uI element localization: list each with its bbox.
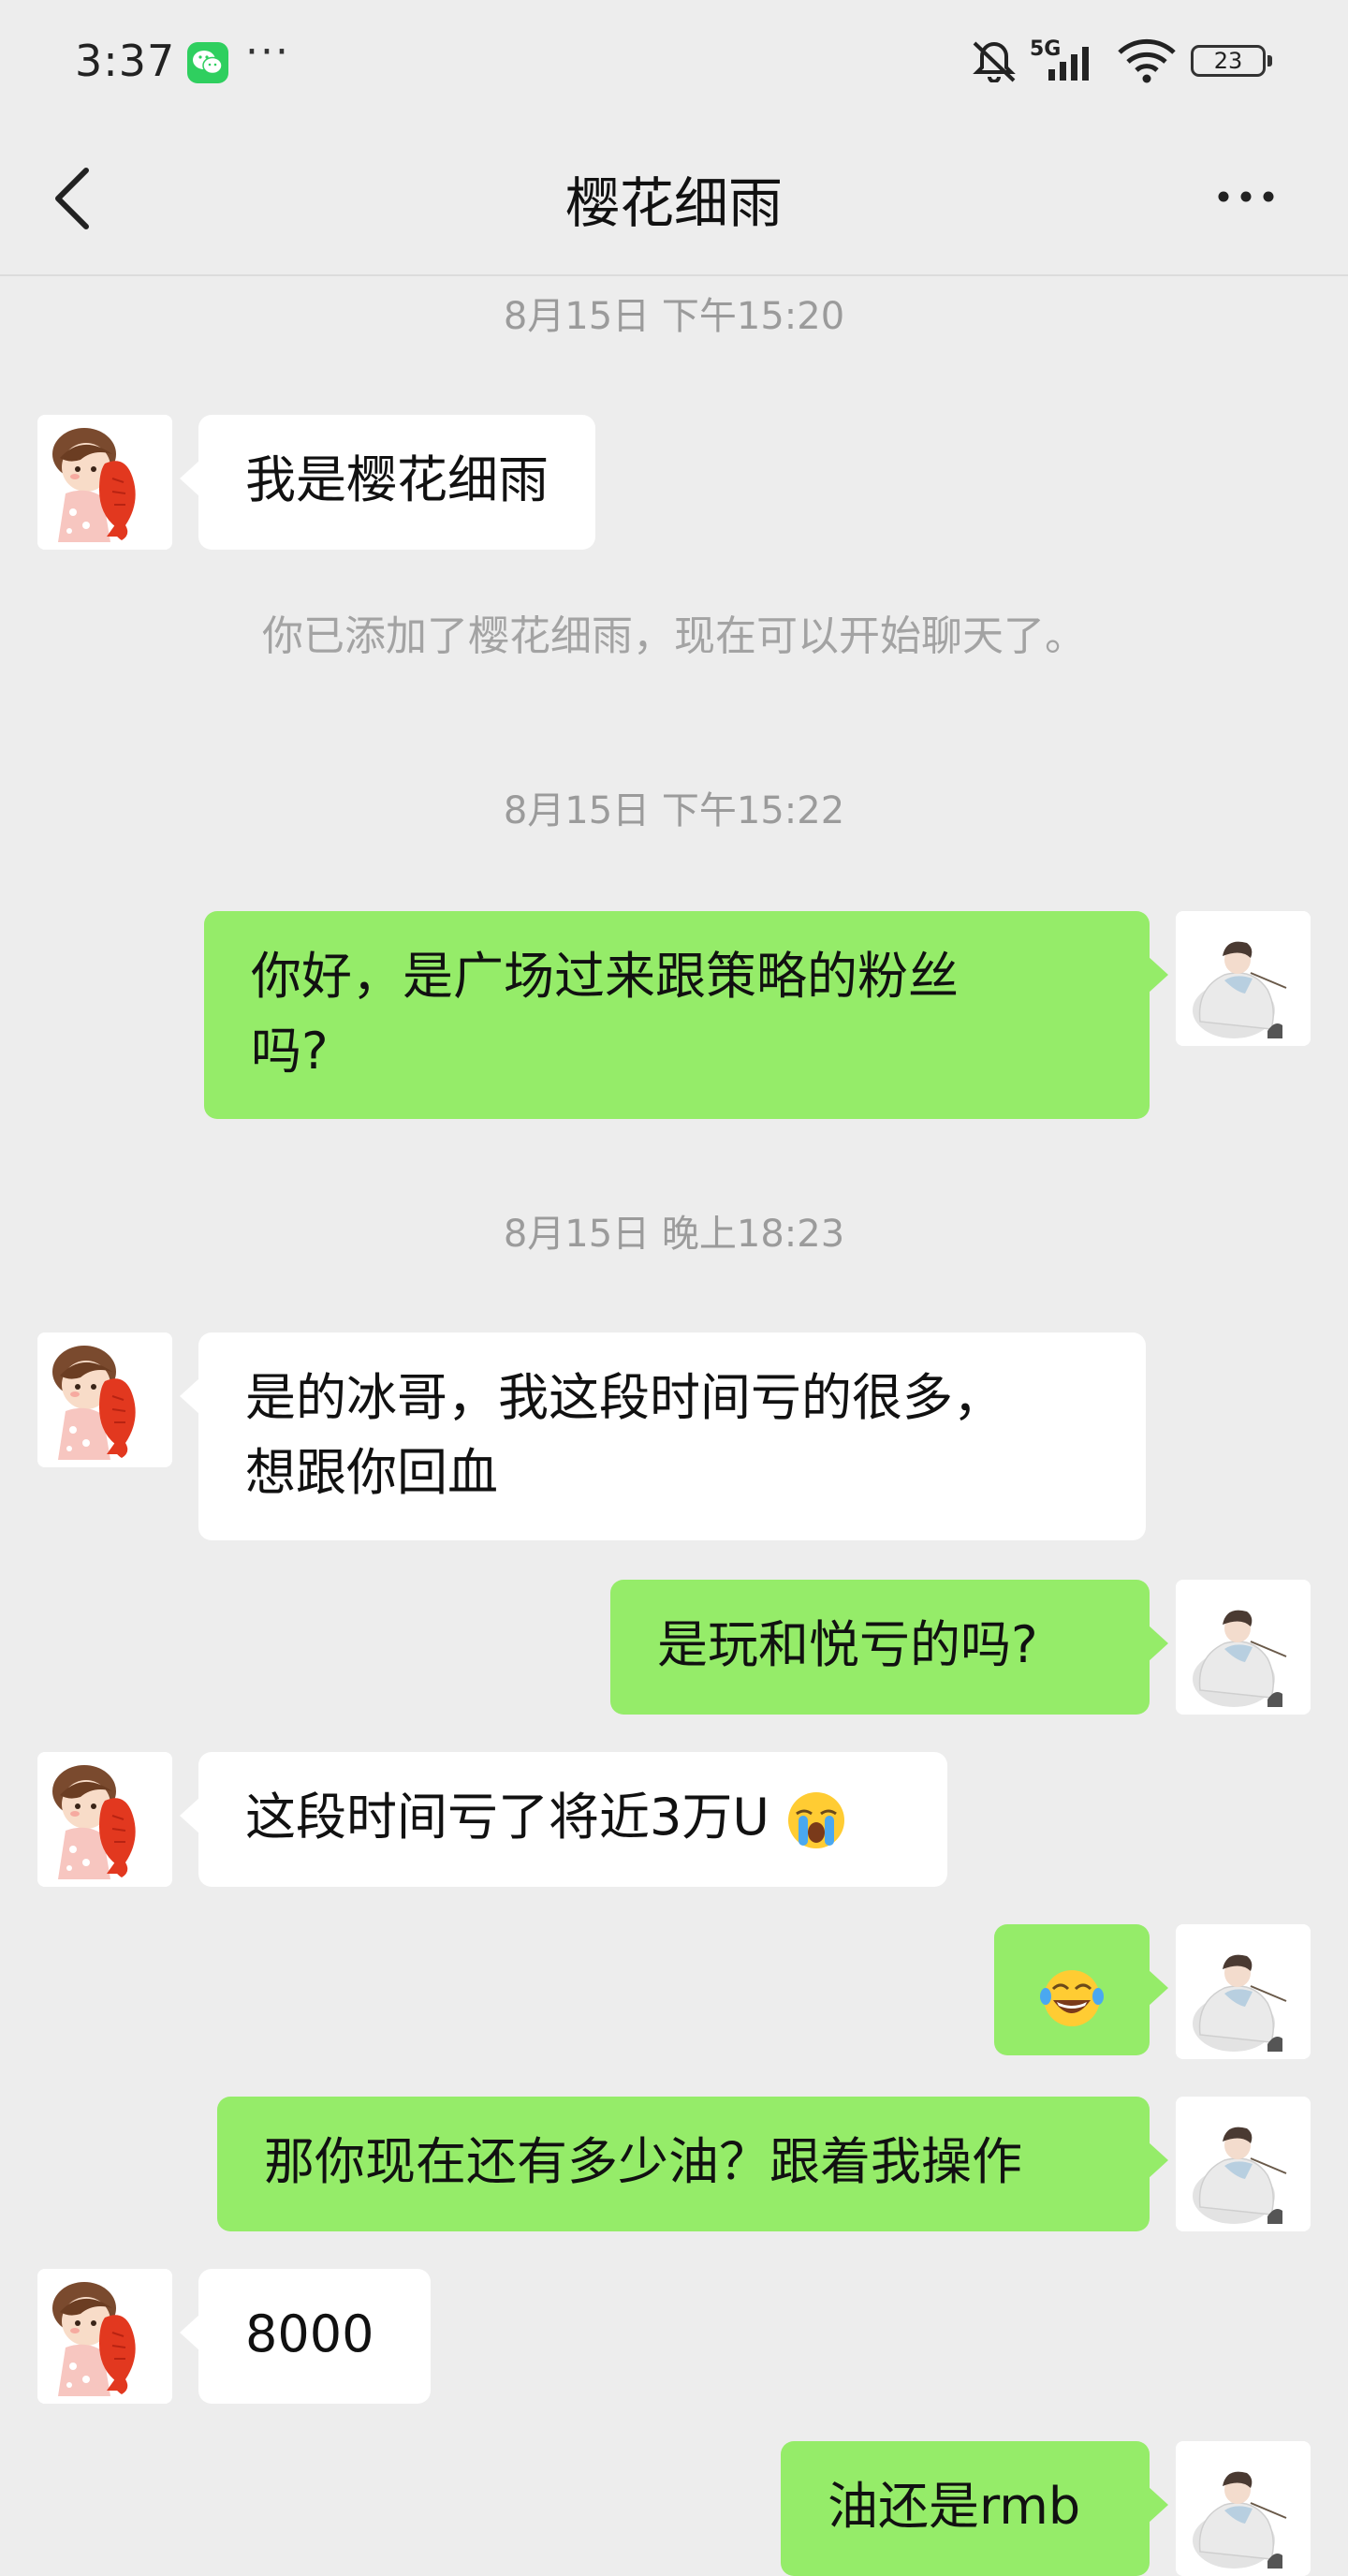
wifi-icon bbox=[1118, 38, 1176, 83]
message-text-line: 是的冰哥，我这段时间亏的很多， bbox=[245, 1368, 1004, 1427]
message-timestamp: 8月15日 晚上18:23 bbox=[503, 1213, 845, 1256]
message-timestamp: 8月15日 下午15:22 bbox=[503, 789, 845, 832]
mute-icon bbox=[973, 41, 1016, 82]
message-text: 8000 bbox=[245, 2304, 374, 2363]
sent-message[interactable]: 你好，是广场过来跟策略的粉丝 吗? bbox=[204, 911, 1168, 1119]
crying-emoji-icon bbox=[788, 1792, 845, 1849]
more-options-button[interactable] bbox=[1212, 173, 1287, 220]
message-text: 是玩和悦亏的吗? bbox=[657, 1615, 1038, 1674]
wechat-icon bbox=[187, 42, 228, 83]
battery-icon: 23 bbox=[1191, 45, 1272, 77]
message-text: 油还是rmb bbox=[828, 2477, 1081, 2536]
user-avatar[interactable] bbox=[1176, 911, 1311, 1046]
status-time: 3:37 bbox=[75, 36, 176, 86]
sent-message[interactable]: 是玩和悦亏的吗? bbox=[610, 1580, 1168, 1715]
message-text: 这段时间亏了将近3万U bbox=[245, 1788, 769, 1847]
user-avatar[interactable] bbox=[1176, 2441, 1311, 2576]
sent-message[interactable]: 那你现在还有多少油？跟着我操作 bbox=[217, 2097, 1168, 2231]
message-text: 那你现在还有多少油？跟着我操作 bbox=[264, 2132, 1022, 2191]
received-message[interactable]: 是的冰哥，我这段时间亏的很多， 想跟你回血 bbox=[180, 1332, 1146, 1540]
status-bar: 3:37 ··· 5G 23 bbox=[0, 0, 1348, 122]
received-message[interactable]: 这段时间亏了将近3万U bbox=[180, 1752, 947, 1887]
system-message: 你已添加了樱花细雨，现在可以开始聊天了。 bbox=[262, 612, 1086, 660]
more-notifications-icon: ··· bbox=[245, 28, 290, 76]
tears-of-joy-emoji-icon bbox=[1040, 1970, 1104, 2027]
message-text-line: 你好，是广场过来跟策略的粉丝 bbox=[251, 947, 959, 1006]
chat-header: 樱花细雨 bbox=[0, 122, 1348, 276]
contact-avatar[interactable] bbox=[37, 415, 172, 550]
contact-avatar[interactable] bbox=[37, 2269, 172, 2404]
contact-avatar[interactable] bbox=[37, 1332, 172, 1467]
chat-messages[interactable]: 8月15日 下午15:20 我是樱花细雨 你已添加了樱花细雨，现在可以开始聊天了… bbox=[0, 276, 1348, 2576]
message-timestamp: 8月15日 下午15:20 bbox=[503, 295, 845, 338]
contact-avatar[interactable] bbox=[37, 1752, 172, 1887]
received-message[interactable]: 我是樱花细雨 bbox=[180, 415, 595, 550]
user-avatar[interactable] bbox=[1176, 2097, 1311, 2231]
user-avatar[interactable] bbox=[1176, 1580, 1311, 1715]
chat-title: 樱花细雨 bbox=[564, 171, 783, 235]
message-text: 我是樱花细雨 bbox=[245, 450, 549, 509]
message-text-line: 吗? bbox=[251, 1022, 329, 1081]
message-text-line: 想跟你回血 bbox=[245, 1443, 498, 1502]
more-dots-icon bbox=[1218, 191, 1274, 202]
user-avatar[interactable] bbox=[1176, 1924, 1311, 2059]
sent-message[interactable] bbox=[994, 1924, 1168, 2055]
received-message[interactable]: 8000 bbox=[180, 2269, 431, 2404]
signal-icon bbox=[1048, 47, 1089, 81]
sent-message[interactable]: 油还是rmb bbox=[781, 2441, 1168, 2576]
